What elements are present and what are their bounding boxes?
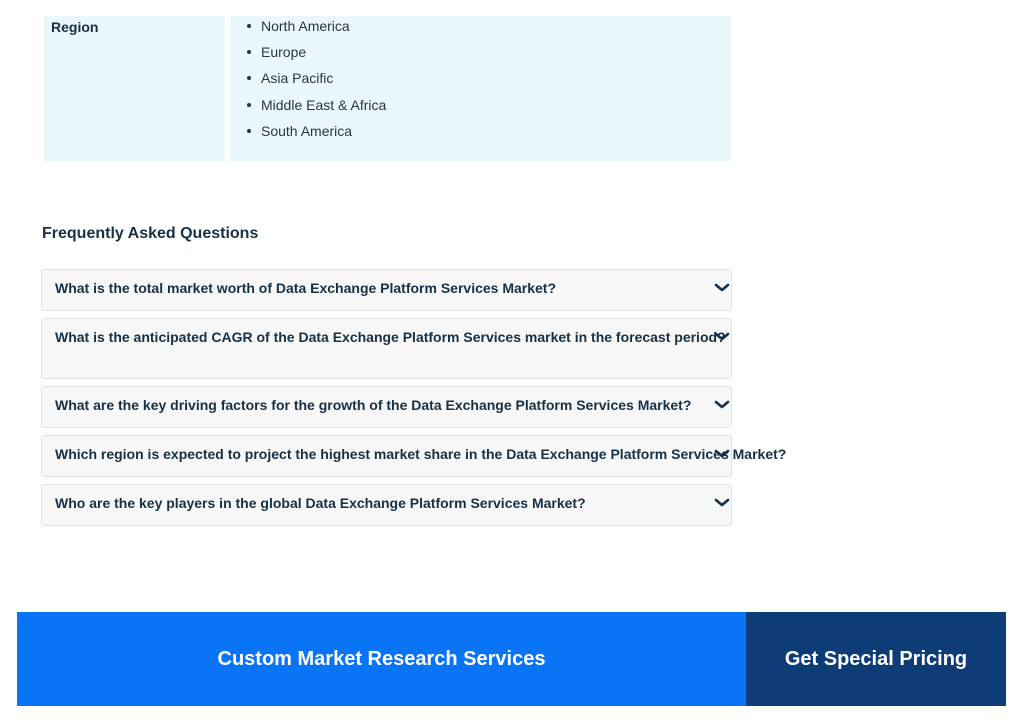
faq-item[interactable]: What are the key driving factors for the… [41,386,732,428]
region-list-item: Europe [247,42,386,68]
custom-research-label: Custom Market Research Services [217,647,546,670]
faq-question: What is the total market worth of Data E… [55,280,557,296]
faq-item[interactable]: What is the anticipated CAGR of the Data… [41,318,732,379]
region-list-item: Asia Pacific [247,68,386,94]
region-list-item: South America [247,121,386,147]
faq-title: Frequently Asked Questions [42,225,259,242]
region-list-item: North America [247,16,386,42]
chevron-down-icon[interactable] [714,496,730,510]
chevron-down-icon[interactable] [714,330,730,344]
region-list: North America Europe Asia Pacific Middle… [247,16,386,147]
faq-question: What is the anticipated CAGR of the Data… [55,329,726,345]
region-label: Region [51,19,99,35]
special-pricing-banner-button[interactable]: Get Special Pricing [746,612,1006,706]
faq-question: Who are the key players in the global Da… [55,495,586,511]
chevron-down-icon[interactable] [714,447,730,461]
region-label-cell: Region [44,16,225,161]
special-pricing-label: Get Special Pricing [784,647,968,670]
region-list-item: Middle East & Africa [247,95,386,121]
region-values-cell: North America Europe Asia Pacific Middle… [230,16,731,161]
region-table: Region North America Europe Asia Pacific… [44,16,731,161]
chevron-down-icon[interactable] [714,281,730,295]
faq-question: Which region is expected to project the … [55,446,787,462]
page: Region North America Europe Asia Pacific… [0,0,1024,723]
faq-question: What are the key driving factors for the… [55,397,692,413]
faq-item[interactable]: Who are the key players in the global Da… [41,484,732,526]
faq-item[interactable]: What is the total market worth of Data E… [41,269,732,311]
chevron-down-icon[interactable] [714,398,730,412]
custom-research-banner-button[interactable]: Custom Market Research Services [17,612,746,706]
faq-item[interactable]: Which region is expected to project the … [41,435,786,477]
